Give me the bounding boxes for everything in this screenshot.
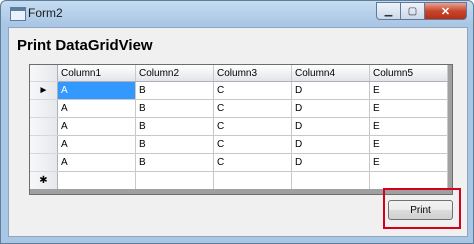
minimize-button[interactable]: ▁ [376,2,401,20]
column-header-row: Column1 Column2 Column3 Column4 Column5 [30,65,448,82]
new-row-cell[interactable] [135,171,214,190]
highlight-box [383,188,461,229]
title-bar[interactable]: Form2 ▁ ▢ ✕ [1,1,473,27]
new-row-asterisk-icon[interactable]: ✱ [30,171,58,190]
minimize-icon: ▁ [384,5,393,17]
grid-cell[interactable]: A [57,99,136,118]
grid-corner-cell[interactable] [30,65,58,82]
grid-cell[interactable]: D [291,153,370,172]
data-grid-view[interactable]: Column1 Column2 Column3 Column4 Column5 … [29,64,453,195]
grid-cell[interactable]: A [57,117,136,136]
grid-cell[interactable]: B [135,153,214,172]
table-row: A B C D E [30,153,448,172]
maximize-icon: ▢ [407,5,418,17]
grid-cell[interactable]: C [213,117,292,136]
table-row: A B C D E [30,135,448,154]
grid-cell[interactable]: E [369,81,448,100]
grid-cell[interactable]: B [135,117,214,136]
grid-cell[interactable]: D [291,81,370,100]
grid-cell[interactable]: C [213,153,292,172]
grid-cell[interactable]: B [135,81,214,100]
column-header[interactable]: Column1 [57,65,136,82]
new-row-cell[interactable] [369,171,448,190]
table-row: A B C D E [30,99,448,118]
grid-cell[interactable]: B [135,99,214,118]
grid-cell[interactable]: A [57,135,136,154]
close-button[interactable]: ✕ [424,2,467,20]
new-row-cell[interactable] [291,171,370,190]
window-title: Form2 [28,6,63,20]
grid-cell[interactable]: D [291,99,370,118]
row-header[interactable] [30,117,58,136]
grid-cell[interactable]: C [213,81,292,100]
current-row-indicator-icon[interactable]: ► [30,81,58,100]
column-header[interactable]: Column5 [369,65,448,82]
caption-buttons: ▁ ▢ ✕ [376,2,467,21]
maximize-button[interactable]: ▢ [400,2,425,20]
grid-cell[interactable]: D [291,117,370,136]
new-row: ✱ [30,171,448,190]
form-app-icon [10,7,26,21]
new-row-cell[interactable] [57,171,136,190]
grid-cell[interactable]: E [369,153,448,172]
table-row: ► A B C D E [30,81,448,100]
grid-cell[interactable]: C [213,135,292,154]
grid-cell[interactable]: B [135,135,214,154]
grid-cell[interactable]: E [369,99,448,118]
grid-cell[interactable]: E [369,135,448,154]
page-title: Print DataGridView [17,37,153,54]
new-row-cell[interactable] [213,171,292,190]
close-icon: ✕ [440,5,451,18]
row-header[interactable] [30,153,58,172]
grid-cell[interactable]: D [291,135,370,154]
column-header[interactable]: Column4 [291,65,370,82]
grid-cell[interactable]: A [57,153,136,172]
grid-cell[interactable]: C [213,99,292,118]
row-header[interactable] [30,135,58,154]
table-row: A B C D E [30,117,448,136]
row-header[interactable] [30,99,58,118]
grid-cell[interactable]: A [57,81,136,100]
column-header[interactable]: Column2 [135,65,214,82]
grid-cell[interactable]: E [369,117,448,136]
column-header[interactable]: Column3 [213,65,292,82]
